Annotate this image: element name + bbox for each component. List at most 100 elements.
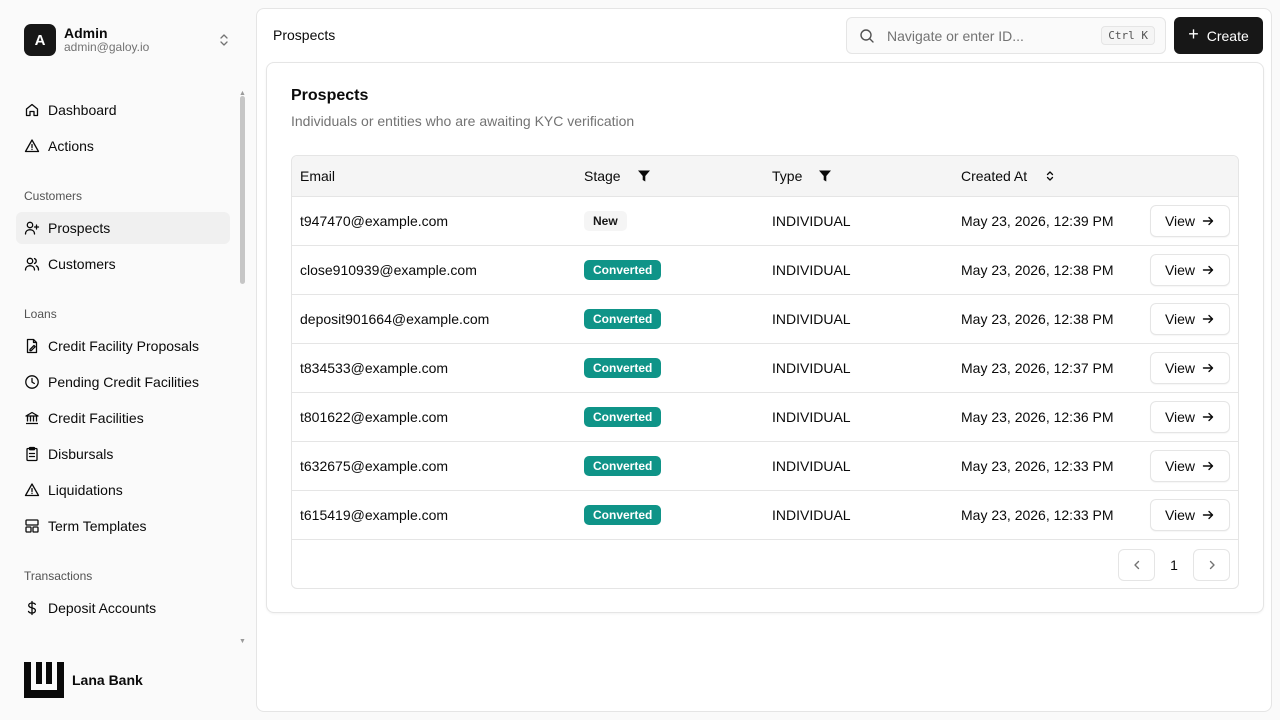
row-created-at: May 23, 2026, 12:38 PM (961, 311, 1114, 327)
table-row: t834533@example.com Converted INDIVIDUAL… (292, 344, 1238, 393)
chevrons-up-down-icon (220, 34, 228, 46)
sidebar-item-label: Term Templates (48, 518, 147, 534)
chevron-left-icon (1133, 560, 1139, 570)
row-type: INDIVIDUAL (772, 409, 851, 425)
sidebar-item-credit-facilities[interactable]: Credit Facilities (16, 402, 230, 434)
search-icon (860, 28, 874, 43)
row-email: t632675@example.com (300, 458, 449, 474)
view-button[interactable]: View (1150, 499, 1230, 531)
sidebar-item-pending-credit-facilities[interactable]: Pending Credit Facilities (16, 366, 230, 398)
view-button[interactable]: View (1150, 352, 1230, 384)
chevron-right-icon (1209, 560, 1215, 570)
file-edit-icon (26, 338, 38, 354)
prospects-card: Prospects Individuals or entities who ar… (266, 62, 1264, 613)
table-row: t801622@example.com Converted INDIVIDUAL… (292, 393, 1238, 442)
account-switcher[interactable]: A Admin admin@galoy.io (24, 24, 240, 56)
account-info: Admin admin@galoy.io (64, 25, 149, 55)
clipboard-icon (26, 446, 38, 462)
filter-icon[interactable] (818, 169, 832, 183)
column-header-created-at[interactable]: Created At (961, 168, 1057, 184)
scroll-down-arrow[interactable]: ▼ (239, 638, 246, 645)
status-badge: New (584, 211, 627, 231)
dollar-icon (27, 600, 37, 616)
arrow-right-icon (1202, 363, 1214, 373)
sidebar-nav: Dashboard Actions Customers Prospects Cu… (16, 94, 230, 628)
table-row: deposit901664@example.com Converted INDI… (292, 295, 1238, 344)
create-button[interactable]: + Create (1174, 17, 1263, 54)
view-button[interactable]: View (1150, 303, 1230, 335)
sidebar-item-label: Credit Facilities (48, 410, 144, 426)
status-badge: Converted (584, 260, 662, 280)
row-email: close910939@example.com (300, 262, 477, 278)
row-type: INDIVIDUAL (772, 507, 851, 523)
status-badge: Converted (584, 358, 662, 378)
user-plus-icon (24, 221, 40, 235)
layout-icon (25, 519, 39, 533)
status-badge: Converted (584, 505, 662, 525)
row-email: t615419@example.com (300, 507, 449, 523)
sidebar-item-label: Actions (48, 138, 94, 154)
search-placeholder: Navigate or enter ID... (887, 27, 1024, 44)
table-row: t615419@example.com Converted INDIVIDUAL… (292, 491, 1238, 540)
sidebar-item-prospects[interactable]: Prospects (16, 212, 230, 244)
sidebar-item-dashboard[interactable]: Dashboard (16, 94, 230, 126)
users-icon (24, 257, 40, 271)
row-type: INDIVIDUAL (772, 360, 851, 376)
sidebar-item-term-templates[interactable]: Term Templates (16, 510, 230, 542)
search-input[interactable]: Navigate or enter ID... Ctrl K (846, 17, 1166, 54)
account-email: admin@galoy.io (64, 40, 150, 55)
nav-group-customers: Customers (24, 189, 83, 203)
plus-icon: + (1188, 24, 1199, 44)
next-page-button[interactable] (1193, 549, 1230, 581)
table-row: t947470@example.com New INDIVIDUAL May 2… (292, 197, 1238, 246)
row-type: INDIVIDUAL (772, 458, 851, 474)
sidebar-item-label: Liquidations (48, 482, 123, 498)
brand: Lana Bank (24, 662, 143, 698)
alert-triangle-icon (24, 483, 40, 497)
sidebar-item-actions[interactable]: Actions (16, 130, 230, 162)
arrow-right-icon (1202, 314, 1214, 324)
home-icon (25, 103, 39, 117)
row-type: INDIVIDUAL (772, 311, 851, 327)
avatar: A (24, 24, 56, 56)
status-badge: Converted (584, 309, 662, 329)
table-row: close910939@example.com Converted INDIVI… (292, 246, 1238, 295)
card-description: Individuals or entities who are awaiting… (291, 113, 635, 129)
sort-icon[interactable] (1043, 169, 1057, 183)
previous-page-button[interactable] (1118, 549, 1155, 581)
nav-group-transactions: Transactions (24, 569, 93, 583)
current-page: 1 (1170, 557, 1178, 573)
sidebar-item-label: Deposit Accounts (48, 600, 157, 616)
bank-icon (25, 411, 39, 425)
view-button[interactable]: View (1150, 450, 1230, 482)
arrow-right-icon (1202, 510, 1214, 520)
sidebar-item-credit-facility-proposals[interactable]: Credit Facility Proposals (16, 330, 230, 362)
arrow-right-icon (1202, 216, 1214, 226)
breadcrumb: Prospects (273, 27, 336, 43)
sidebar-item-disbursals[interactable]: Disbursals (16, 438, 230, 470)
filter-icon[interactable] (637, 169, 651, 183)
column-header-email: Email (300, 168, 336, 184)
pagination: 1 (1118, 549, 1230, 581)
view-button[interactable]: View (1150, 254, 1230, 286)
view-button[interactable]: View (1150, 401, 1230, 433)
sidebar-item-liquidations[interactable]: Liquidations (16, 474, 230, 506)
row-created-at: May 23, 2026, 12:33 PM (961, 458, 1114, 474)
nav-group-loans: Loans (24, 307, 57, 321)
alert-triangle-icon (24, 139, 40, 153)
view-button[interactable]: View (1150, 205, 1230, 237)
row-email: t947470@example.com (300, 213, 449, 229)
sidebar-item-label: Prospects (48, 220, 111, 236)
sidebar-scrollbar[interactable] (240, 96, 245, 284)
row-created-at: May 23, 2026, 12:37 PM (961, 360, 1114, 376)
sidebar-item-customers[interactable]: Customers (16, 248, 230, 280)
table-row: t632675@example.com Converted INDIVIDUAL… (292, 442, 1238, 491)
lana-bank-logo-icon (24, 662, 64, 698)
row-created-at: May 23, 2026, 12:36 PM (961, 409, 1114, 425)
sidebar-item-label: Pending Credit Facilities (48, 374, 199, 390)
status-badge: Converted (584, 456, 662, 476)
row-email: t801622@example.com (300, 409, 449, 425)
account-name: Admin (64, 25, 108, 42)
arrow-right-icon (1202, 412, 1214, 422)
sidebar-item-deposit-accounts[interactable]: Deposit Accounts (16, 592, 230, 624)
